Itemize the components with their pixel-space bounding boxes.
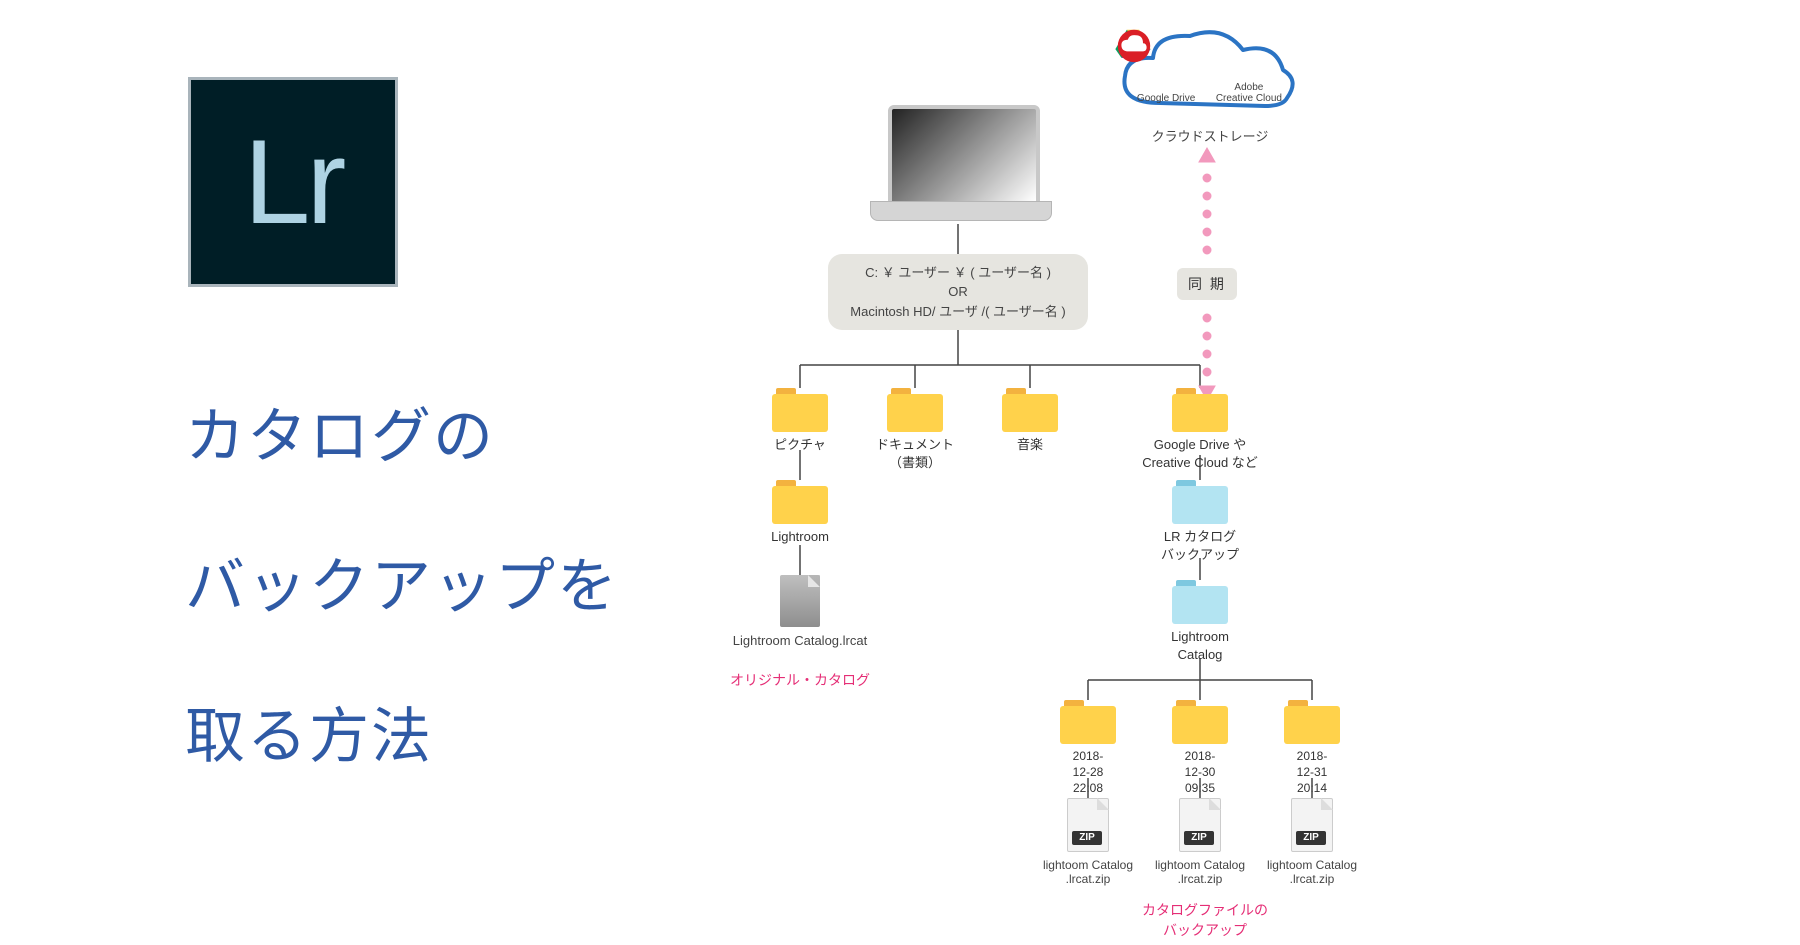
path-windows: C: ￥ ユーザー ￥ ( ユーザー名 ) bbox=[865, 263, 1051, 283]
file-original-catalog: Lightroom Catalog.lrcat bbox=[730, 575, 870, 648]
folder-lightroom-catalog-label: Lightroom Catalog bbox=[1155, 628, 1245, 663]
google-drive-label: Google Drive bbox=[1126, 93, 1206, 104]
folder-music-label: 音楽 bbox=[985, 436, 1075, 454]
file-original-catalog-label: Lightroom Catalog.lrcat bbox=[730, 633, 870, 648]
file-zip-3: ZIP lightoom Catalog .lrcat.zip bbox=[1254, 798, 1370, 886]
folder-date-3-label: 2018- 12-31 20:14 bbox=[1267, 748, 1357, 797]
caption-backup: カタログファイルの バックアップ bbox=[1130, 900, 1280, 940]
lightroom-logo: Lr bbox=[188, 77, 398, 287]
folder-lightroom: Lightroom bbox=[755, 480, 845, 546]
laptop-icon bbox=[870, 105, 1050, 225]
folder-date-1: 2018- 12-28 22:08 bbox=[1043, 700, 1133, 797]
file-zip-3-label: lightoom Catalog .lrcat.zip bbox=[1254, 858, 1370, 886]
folder-cloud-sync: Google Drive や Creative Cloud など bbox=[1140, 388, 1260, 471]
cloud-service-labels: Google Drive Adobe Creative Cloud bbox=[1115, 82, 1300, 104]
folder-lightroom-label: Lightroom bbox=[755, 528, 845, 546]
folder-date-1-label: 2018- 12-28 22:08 bbox=[1043, 748, 1133, 797]
folder-documents: ドキュメント （書類） bbox=[870, 388, 960, 471]
title-line-3: 取る方法 bbox=[185, 688, 433, 775]
folder-date-3: 2018- 12-31 20:14 bbox=[1267, 700, 1357, 797]
title-line-2: バックアップを bbox=[185, 538, 619, 625]
file-zip-1-label: lightoom Catalog .lrcat.zip bbox=[1030, 858, 1146, 886]
path-or: OR bbox=[948, 282, 968, 302]
sync-label: 同 期 bbox=[1177, 268, 1237, 300]
user-path-box: C: ￥ ユーザー ￥ ( ユーザー名 ) OR Macintosh HD/ ユ… bbox=[828, 254, 1088, 330]
creative-cloud-label: Adobe Creative Cloud bbox=[1209, 82, 1289, 104]
folder-date-2: 2018- 12-30 09:35 bbox=[1155, 700, 1245, 797]
caption-original-catalog: オリジナル・カタログ bbox=[725, 670, 875, 690]
file-zip-2: ZIP lightoom Catalog .lrcat.zip bbox=[1142, 798, 1258, 886]
file-zip-1: ZIP lightoom Catalog .lrcat.zip bbox=[1030, 798, 1146, 886]
title-line-1: カタログの bbox=[185, 388, 495, 475]
file-zip-2-label: lightoom Catalog .lrcat.zip bbox=[1142, 858, 1258, 886]
cloud-icon bbox=[1115, 28, 1300, 123]
zip-icon: ZIP bbox=[1179, 798, 1221, 852]
folder-cloud-sync-label: Google Drive や Creative Cloud など bbox=[1140, 436, 1260, 471]
path-mac: Macintosh HD/ ユーザ /( ユーザー名 ) bbox=[850, 302, 1065, 322]
folder-lr-backup: LR カタログ バックアップ bbox=[1155, 480, 1245, 563]
document-icon bbox=[780, 575, 820, 627]
folder-lightroom-catalog: Lightroom Catalog bbox=[1155, 580, 1245, 663]
zip-icon: ZIP bbox=[1067, 798, 1109, 852]
zip-icon: ZIP bbox=[1291, 798, 1333, 852]
folder-date-2-label: 2018- 12-30 09:35 bbox=[1155, 748, 1245, 797]
cloud-caption: クラウドストレージ bbox=[1130, 126, 1290, 145]
folder-pictures: ピクチャ bbox=[755, 388, 845, 454]
folder-documents-label: ドキュメント （書類） bbox=[870, 436, 960, 471]
folder-pictures-label: ピクチャ bbox=[755, 436, 845, 454]
creative-cloud-icon bbox=[1115, 28, 1153, 64]
lightroom-logo-text: Lr bbox=[244, 113, 343, 251]
folder-lr-backup-label: LR カタログ バックアップ bbox=[1155, 528, 1245, 563]
folder-music: 音楽 bbox=[985, 388, 1075, 454]
